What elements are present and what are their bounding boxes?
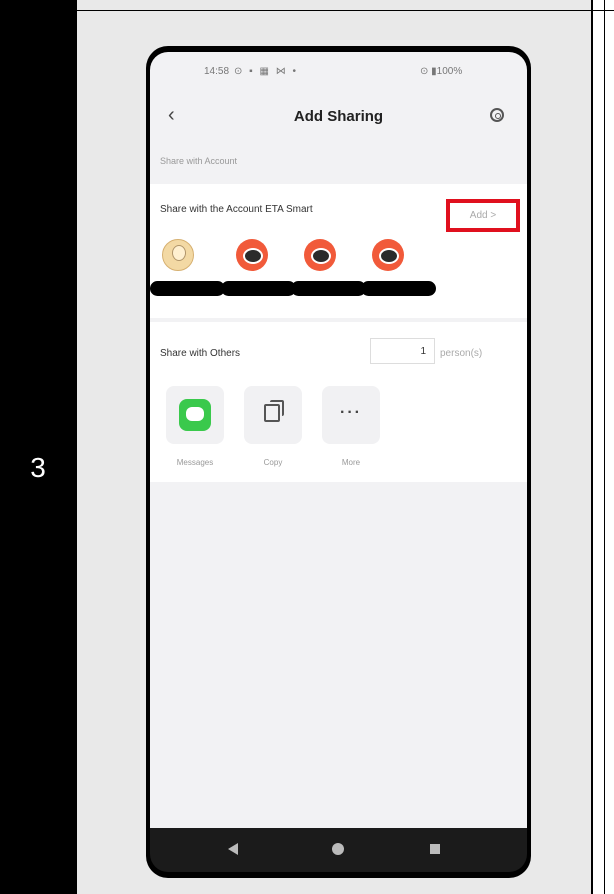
messages-label: Messages	[176, 458, 214, 467]
app-header: ‹ Add Sharing	[150, 100, 527, 134]
avatar[interactable]	[372, 239, 404, 271]
more-icon: ···	[340, 404, 362, 421]
divider	[76, 10, 614, 11]
status-bar: 14:58 ⊙ ▪ ▦ ⋈ • ⊙ ▮100%	[150, 66, 527, 82]
share-with-others-card: Share with Others 1 person(s) Messages C…	[150, 322, 527, 482]
nav-home-icon[interactable]	[332, 843, 344, 855]
battery-indicator: ⊙ ▮100%	[420, 66, 463, 77]
highlight-frame	[446, 199, 520, 232]
divider	[604, 0, 605, 894]
avatar[interactable]	[162, 239, 194, 271]
messages-icon	[179, 399, 211, 431]
step-number: 3	[30, 452, 46, 483]
copy-button[interactable]	[244, 386, 302, 444]
avatar[interactable]	[304, 239, 336, 271]
settings-icon[interactable]	[490, 108, 504, 122]
phone-screen: 14:58 ⊙ ▪ ▦ ⋈ • ⊙ ▮100% ‹ Add Sharing Sh…	[150, 52, 527, 828]
step-column	[0, 0, 76, 894]
person-count-unit: person(s)	[440, 348, 483, 359]
nav-recents-icon[interactable]	[430, 844, 440, 854]
redaction-bar	[361, 281, 436, 296]
more-label: More	[341, 458, 361, 467]
copy-icon	[264, 400, 284, 422]
share-with-account-card: Share with the Account ETA Smart Add >	[150, 184, 527, 318]
messages-button[interactable]	[166, 386, 224, 444]
status-time: 14:58	[204, 66, 230, 77]
android-nav-bar	[150, 828, 527, 872]
section-label-share-with-account: Share with Account	[160, 156, 238, 166]
share-account-row-label: Share with the Account ETA Smart	[160, 204, 313, 215]
avatar[interactable]	[236, 239, 268, 271]
share-others-row-label: Share with Others	[160, 348, 241, 359]
person-count-input[interactable]: 1	[370, 338, 435, 364]
status-icons: ⊙ ▪ ▦ ⋈ •	[234, 66, 298, 77]
more-button[interactable]: ···	[322, 386, 380, 444]
page-title: Add Sharing	[293, 108, 384, 125]
redaction-bar	[150, 281, 225, 296]
copy-label: Copy	[263, 458, 283, 467]
redaction-bar	[221, 281, 296, 296]
redaction-bar	[291, 281, 366, 296]
nav-back-icon[interactable]	[228, 843, 238, 855]
